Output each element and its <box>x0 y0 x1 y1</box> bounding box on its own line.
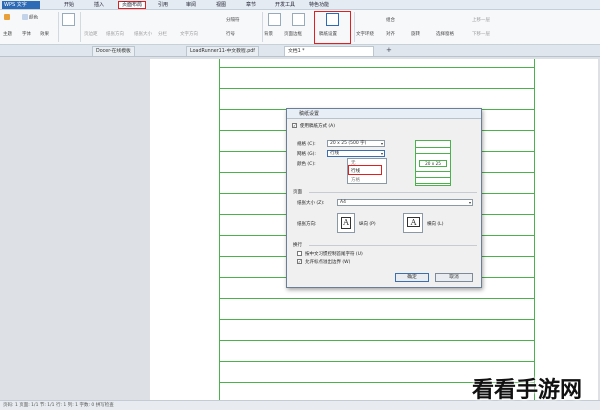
effects-button[interactable]: 效果 <box>40 31 49 37</box>
tab-document1[interactable]: 文档1 * <box>284 46 374 56</box>
columns-button[interactable]: 分栏 <box>158 31 167 37</box>
document-tabs: Docer-在线模板 LoadRunner11-中文教程.pdf 文档1 * + <box>0 45 600 57</box>
tab-chapter[interactable]: 章节 <box>240 1 262 9</box>
linebreak-section-label: 换行 <box>293 243 302 248</box>
grid-select[interactable]: 行线 ▾ <box>327 150 385 157</box>
orientation-label: 纸张方向: <box>297 222 317 227</box>
grid-paper-dialog: 稿纸设置 ✓ 使用稿纸方式 (A) 规格 (C): 20 x 25 (500 字… <box>286 108 482 288</box>
tab-loadrunner-pdf[interactable]: LoadRunner11-中文教程.pdf <box>186 46 259 56</box>
cancel-button[interactable]: 取消 <box>435 273 473 282</box>
theme-button[interactable]: 主题 <box>3 31 12 37</box>
portrait-icon: A <box>341 217 351 229</box>
page-section-label: 页面 <box>293 190 302 195</box>
grid-label: 网格 (G): <box>297 152 316 157</box>
app-window: WPS 文字 开始 插入 页面布局 引用 审阅 视图 章节 开发工具 特色功能 … <box>0 0 600 410</box>
chevron-down-icon: ▾ <box>468 200 471 205</box>
grid-preview: 20 x 25 <box>415 140 451 186</box>
chevron-down-icon: ▾ <box>380 151 383 156</box>
punct-overflow-checkbox[interactable]: ✓ <box>297 259 302 264</box>
orientation-button[interactable]: 纸张方向 <box>106 31 124 37</box>
page-icon <box>62 13 75 26</box>
theme-colors-button[interactable] <box>4 14 11 21</box>
chevron-down-icon: ▾ <box>380 141 383 146</box>
spec-select[interactable]: 20 x 25 (500 字) ▾ <box>327 140 385 147</box>
background-icon <box>268 13 281 26</box>
bring-forward-button[interactable]: 上移一层 <box>472 17 490 23</box>
select-pane-button[interactable]: 选择窗格 <box>436 31 454 37</box>
color-button[interactable]: 颜色 <box>22 14 38 21</box>
tab-view[interactable]: 视图 <box>210 1 232 9</box>
preview-label: 20 x 25 <box>419 160 447 167</box>
grid-paper-button[interactable] <box>314 11 351 44</box>
tab-docer[interactable]: Docer-在线模板 <box>92 46 135 56</box>
spec-label: 规格 (C): <box>297 142 316 147</box>
portrait-button[interactable]: A <box>337 213 355 233</box>
option-squares[interactable]: 方格 <box>351 177 360 183</box>
font-button[interactable]: 字体 <box>22 31 31 37</box>
background-button[interactable]: 背景 <box>264 31 273 37</box>
use-grid-label: 使用稿纸方式 (A) <box>300 124 336 129</box>
landscape-button[interactable]: A <box>403 213 423 233</box>
tab-review[interactable]: 审阅 <box>180 1 202 9</box>
new-tab-plus-icon[interactable]: + <box>386 46 392 54</box>
text-direction-button[interactable]: 文字方向 <box>180 31 198 37</box>
selected-option-highlight <box>348 165 382 175</box>
line-numbers-button[interactable]: 行号 <box>226 31 235 37</box>
portrait-label: 纵向 (P) <box>359 222 376 227</box>
dialog-title: 稿纸设置 <box>287 109 481 119</box>
color-label: 颜色 (C): <box>297 162 316 167</box>
paper-size-select[interactable]: A4 ▾ <box>337 199 473 206</box>
text-wrap-button[interactable]: 文字环绕 <box>356 31 374 37</box>
send-backward-button[interactable]: 下移一层 <box>472 31 490 37</box>
app-logo[interactable]: WPS 文字 <box>2 1 40 9</box>
landscape-icon: A <box>407 217 420 227</box>
watermark: 看看手游网 <box>472 378 583 403</box>
chinese-rule-label: 按中文习惯控制首尾字符 (U) <box>305 252 363 257</box>
page-border-icon <box>292 13 305 26</box>
breaks-button[interactable]: 分隔符 <box>226 17 240 23</box>
color-icon <box>22 14 28 20</box>
tab-insert[interactable]: 插入 <box>88 1 110 9</box>
menu-bar: WPS 文字 开始 插入 页面布局 引用 审阅 视图 章节 开发工具 特色功能 <box>0 0 600 10</box>
punct-overflow-label: 允许标点溢出边界 (W) <box>305 260 351 265</box>
tab-home[interactable]: 开始 <box>58 1 80 9</box>
chinese-rule-checkbox[interactable] <box>297 251 302 256</box>
tab-references[interactable]: 引用 <box>152 1 174 9</box>
combine-button[interactable]: 组合 <box>386 17 395 23</box>
palette-icon <box>4 14 10 20</box>
paper-size-label: 纸张大小 (Z): <box>297 201 325 206</box>
size-button[interactable]: 纸张大小 <box>134 31 152 37</box>
align-button[interactable]: 对齐 <box>386 31 395 37</box>
rotate-button[interactable]: 旋转 <box>411 31 420 37</box>
tab-developer[interactable]: 开发工具 <box>270 1 300 9</box>
tab-features[interactable]: 特色功能 <box>304 1 334 9</box>
tab-page-layout[interactable]: 页面布局 <box>118 1 146 9</box>
use-grid-checkbox[interactable]: ✓ <box>292 123 297 128</box>
ok-button[interactable]: 确定 <box>395 273 429 282</box>
ribbon: 颜色 主题 字体 效果 页边距 纸张方向 纸张大小 分栏 文字方向 行号 分隔符… <box>0 10 600 45</box>
page-border-button[interactable]: 页面边框 <box>284 31 302 37</box>
landscape-label: 横向 (L) <box>427 222 444 227</box>
margins-button[interactable]: 页边距 <box>84 31 98 37</box>
